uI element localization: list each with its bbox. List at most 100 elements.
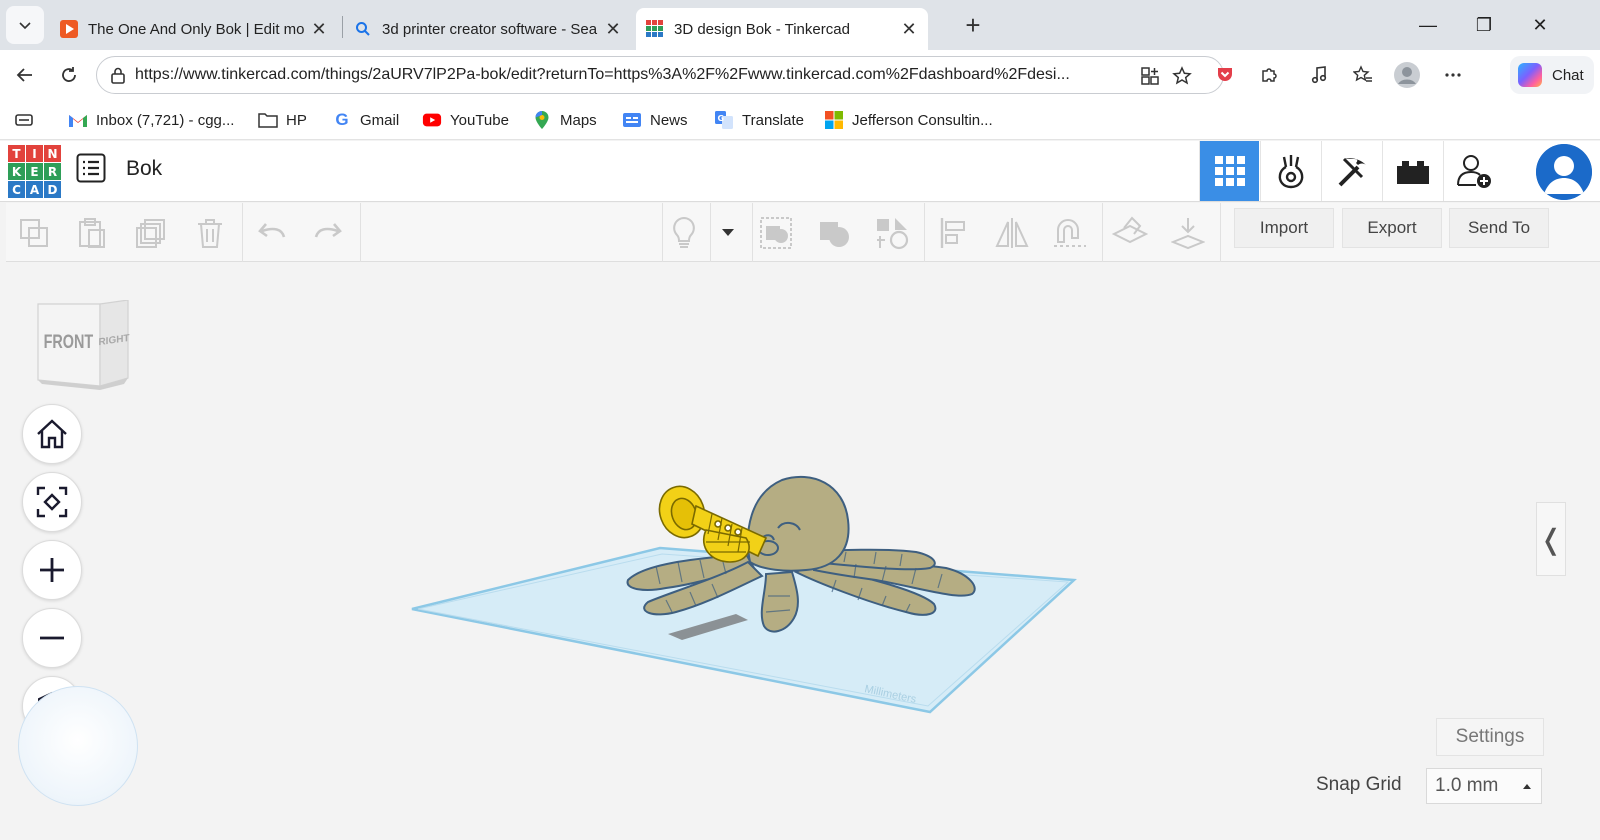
redo-button[interactable] <box>310 215 346 251</box>
address-bar[interactable]: https://www.tinkercad.com/things/2aURV7l… <box>96 56 1224 94</box>
profile-button[interactable] <box>1390 58 1424 92</box>
design-list-button[interactable] <box>76 153 108 185</box>
workplane-viewport[interactable]: FRONT RIGHT Millimeters ❬ Settings Snap … <box>6 262 1600 840</box>
ungroup-button[interactable] <box>816 215 852 251</box>
settings-more-button[interactable] <box>1436 58 1470 92</box>
notes-dropdown-button[interactable] <box>710 215 746 251</box>
cruise-button[interactable] <box>874 215 910 251</box>
sim-lab-icon <box>1278 155 1303 189</box>
reading-list-button[interactable] <box>14 109 34 131</box>
caret-down-icon <box>722 229 734 236</box>
folder-icon <box>258 110 278 130</box>
browser-tab[interactable]: The One And Only Bok | Edit mode ✕ <box>50 8 338 50</box>
bricks-button[interactable] <box>1382 141 1442 201</box>
notes-button[interactable] <box>666 215 702 251</box>
new-tab-button[interactable]: + <box>958 10 988 40</box>
blocks-button[interactable] <box>1321 141 1381 201</box>
copy-button[interactable] <box>16 215 52 251</box>
import-button[interactable]: Import <box>1234 208 1334 248</box>
copy-icon <box>20 219 48 247</box>
bookmark-label: YouTube <box>450 111 509 129</box>
trash-icon <box>198 219 222 248</box>
close-tab-icon[interactable]: ✕ <box>900 19 918 39</box>
align-icon <box>940 218 965 248</box>
tab-actions-menu-button[interactable] <box>6 6 44 44</box>
minimize-window-button[interactable]: — <box>1408 8 1448 42</box>
magnet-icon <box>1054 219 1086 247</box>
bookmark-label: Translate <box>742 111 804 129</box>
group-button[interactable] <box>758 215 794 251</box>
chat-label: Chat <box>1552 66 1584 84</box>
delete-button[interactable] <box>192 215 228 251</box>
workplane-button[interactable] <box>1112 215 1148 251</box>
collapse-panel-button[interactable]: ❬ <box>1536 502 1566 576</box>
invite-collaborators-button[interactable] <box>1443 141 1503 201</box>
toolbar-divider <box>752 203 753 262</box>
list-icon <box>76 153 106 183</box>
browser-tab-active[interactable]: 3D design Bok - Tinkercad ✕ <box>636 8 928 50</box>
close-tab-icon[interactable]: ✕ <box>310 19 328 39</box>
bookmark-item[interactable]: G Gmail <box>332 109 399 131</box>
export-button[interactable]: Export <box>1342 208 1442 248</box>
3d-scene[interactable]: Millimeters <box>6 262 1600 840</box>
favorites-button[interactable] <box>1346 58 1380 92</box>
profile-avatar-icon <box>1394 62 1420 88</box>
bookmark-item[interactable]: Maps <box>532 109 597 131</box>
puzzle-icon <box>1262 68 1277 82</box>
bookmark-item[interactable]: News <box>622 109 688 131</box>
duplicate-button[interactable] <box>133 215 169 251</box>
group-icon <box>760 217 792 249</box>
tab-divider <box>342 16 343 38</box>
tab-title: 3d printer creator software - Search <box>382 20 598 38</box>
settings-button[interactable]: Settings <box>1436 718 1544 756</box>
paste-button[interactable] <box>74 215 110 251</box>
snap-grid-select[interactable]: 1.0 mm <box>1426 768 1542 804</box>
close-tab-icon[interactable]: ✕ <box>604 19 622 39</box>
app-available-icon[interactable] <box>1139 65 1161 87</box>
align-button[interactable] <box>936 215 972 251</box>
youtube-icon <box>422 110 442 130</box>
chevron-left-icon: ❬ <box>1539 523 1563 555</box>
close-window-button[interactable]: ✕ <box>1520 8 1560 42</box>
media-button[interactable] <box>1302 58 1336 92</box>
3d-design-view-button[interactable] <box>1199 141 1259 201</box>
ruler-drop-button[interactable] <box>1170 215 1206 251</box>
bookmark-item[interactable]: Jefferson Consultin... <box>824 109 993 131</box>
news-icon <box>622 110 642 130</box>
favorites-list-icon <box>1353 65 1372 82</box>
music-note-icon <box>1311 66 1327 84</box>
search-icon <box>354 20 372 38</box>
bookmark-label: HP <box>286 111 307 129</box>
bookmark-folder[interactable]: HP <box>258 109 307 131</box>
restore-window-button[interactable]: ❐ <box>1464 8 1504 42</box>
browser-tab[interactable]: 3d printer creator software - Search ✕ <box>344 8 632 50</box>
bookmark-item[interactable]: Inbox (7,721) - cgg... <box>68 109 234 131</box>
copilot-chat-button[interactable]: Chat <box>1510 56 1594 94</box>
tinkercad-icon <box>646 20 664 38</box>
logo-letter: T <box>8 145 25 162</box>
favorite-star-icon[interactable] <box>1171 65 1193 87</box>
chevron-down-icon <box>19 22 31 30</box>
orbit-control[interactable] <box>18 686 138 806</box>
mirror-button[interactable] <box>994 215 1030 251</box>
bookmark-item[interactable]: YouTube <box>422 109 509 131</box>
send-to-button[interactable]: Send To <box>1449 208 1549 248</box>
back-button[interactable] <box>8 58 42 92</box>
design-name[interactable]: Bok <box>126 157 162 181</box>
gmail-icon <box>68 110 88 130</box>
bookmarks-bar: Inbox (7,721) - cgg... HP G Gmail YouTub… <box>0 100 1600 140</box>
copilot-icon <box>1518 63 1542 87</box>
tinkercad-logo[interactable]: T I N K E R C A D <box>8 145 62 199</box>
lightbulb-icon <box>673 216 695 248</box>
pocket-extension-button[interactable] <box>1208 58 1242 92</box>
snap-grid-label: Snap Grid <box>1316 774 1402 795</box>
sim-lab-button[interactable] <box>1260 141 1320 201</box>
bookmark-item[interactable]: G Translate <box>714 109 804 131</box>
workplane-magnet-button[interactable] <box>1052 215 1088 251</box>
user-avatar[interactable] <box>1536 144 1592 200</box>
undo-icon <box>258 223 286 238</box>
undo-button[interactable] <box>254 215 290 251</box>
drop-to-plane-icon <box>1171 218 1205 250</box>
extensions-button[interactable] <box>1252 58 1286 92</box>
refresh-button[interactable] <box>52 58 86 92</box>
